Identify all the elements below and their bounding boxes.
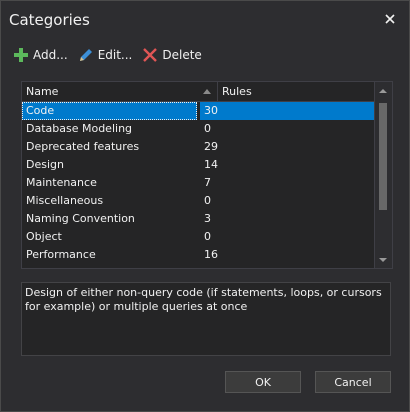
table-row[interactable]: Performance 16 [22,246,374,264]
category-name-cell: Miscellaneous [26,194,104,207]
rules-count-cell: 14 [204,158,218,171]
description-text: Design of either non-query code (if stat… [25,286,382,313]
category-name-cell: Database Modeling [26,122,133,135]
pencil-icon [78,47,94,63]
rules-count-cell: 16 [204,248,218,261]
toolbar: Add... Edit... Delete [13,44,212,66]
delete-x-icon [142,47,158,63]
rules-count-cell: 30 [200,102,374,120]
plus-icon [13,47,29,63]
category-name-cell: Naming Convention [26,212,135,225]
rules-count-cell: 0 [204,230,211,243]
table-row[interactable]: Deprecated features 29 [22,138,374,156]
table-row[interactable]: Miscellaneous 0 [22,192,374,210]
add-button[interactable]: Add... [13,44,68,66]
rules-count-cell: 0 [204,194,211,207]
grid-rows: Code 30 Database Modeling 0 Deprecated f… [22,102,374,264]
category-name-cell: Maintenance [26,176,97,189]
table-row[interactable]: Object 0 [22,228,374,246]
sort-ascending-icon [203,89,211,94]
rules-count-cell: 3 [204,212,211,225]
categories-grid[interactable]: Name Rules Code 30 Database Modeling 0 D… [21,81,393,269]
delete-button[interactable]: Delete [142,44,202,66]
delete-label: Delete [162,48,202,62]
table-row[interactable]: Naming Convention 3 [22,210,374,228]
grid-header: Name Rules [22,82,392,102]
scrollbar-thumb[interactable] [379,103,387,210]
table-row[interactable]: Maintenance 7 [22,174,374,192]
category-name-cell: Performance [26,248,96,261]
scroll-down-icon[interactable] [379,258,387,262]
column-header-rules[interactable]: Rules [218,82,374,101]
category-name-cell: Design [26,158,64,171]
title-bar: Categories [1,1,409,39]
categories-dialog: Categories Add... Edit... Delete Name Ru… [0,0,410,412]
column-header-rules-label: Rules [222,85,252,98]
column-header-name[interactable]: Name [22,82,218,101]
category-description: Design of either non-query code (if stat… [21,282,391,356]
category-name-cell: Code [22,102,197,120]
vertical-scrollbar[interactable] [374,82,392,268]
rules-count-cell: 0 [204,122,211,135]
edit-label: Edit... [97,48,133,62]
table-row[interactable]: Database Modeling 0 [22,120,374,138]
table-row[interactable]: Code 30 [22,102,374,120]
rules-count-cell: 7 [204,176,211,189]
add-label: Add... [33,48,68,62]
column-header-name-label: Name [26,85,59,98]
edit-button[interactable]: Edit... [78,44,133,66]
rules-count-cell: 29 [204,140,218,153]
category-name-cell: Object [26,230,62,243]
close-icon[interactable] [379,7,401,31]
scroll-up-icon[interactable] [379,89,387,93]
category-name-cell: Deprecated features [26,140,140,153]
dialog-title: Categories [9,11,90,29]
cancel-button[interactable]: Cancel [315,371,391,393]
ok-button[interactable]: OK [225,371,301,393]
table-row[interactable]: Design 14 [22,156,374,174]
